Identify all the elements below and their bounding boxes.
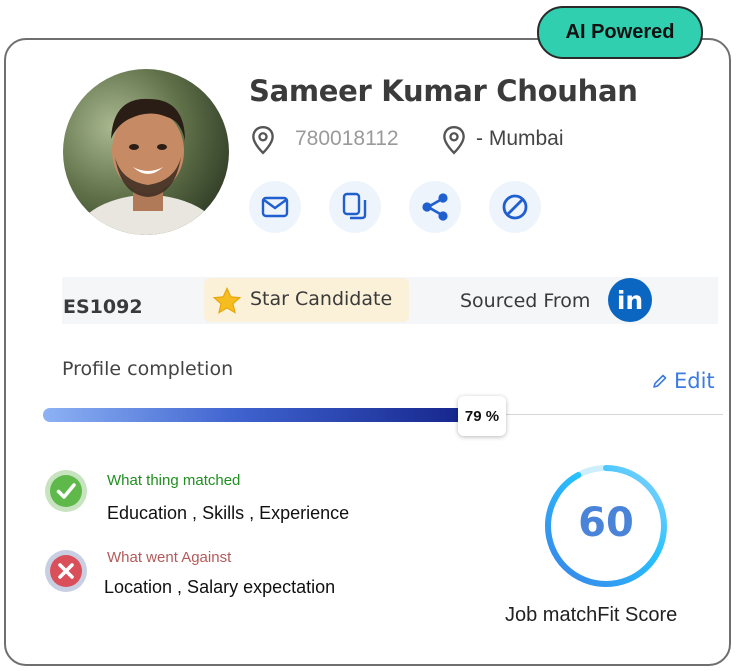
cross-icon (45, 550, 87, 592)
edit-label: Edit (674, 369, 715, 393)
block-button[interactable] (489, 181, 541, 233)
email-button[interactable] (249, 181, 301, 233)
match-score-value: 60 (578, 500, 634, 546)
mail-icon (261, 196, 289, 218)
edit-button[interactable]: Edit (652, 369, 715, 393)
candidate-card-canvas: AI Powered Sameer Kumar Chouhan 78001811… (0, 0, 738, 671)
star-candidate-label: Star Candidate (250, 288, 393, 310)
profile-progress-fill (43, 408, 472, 422)
candidate-name: Sameer Kumar Chouhan (249, 74, 638, 108)
sourced-from-label: Sourced From (460, 290, 591, 312)
pencil-icon (653, 374, 667, 388)
avatar-image (63, 69, 229, 235)
copy-button[interactable] (329, 181, 381, 233)
candidate-phone: 780018112 (295, 127, 399, 150)
against-title: What went Against (107, 549, 232, 566)
share-icon (422, 193, 448, 221)
matched-items: Education , Skills , Experience (107, 503, 350, 523)
matched-title: What thing matched (107, 472, 241, 489)
location-pin-icon (443, 125, 465, 155)
check-icon (45, 470, 87, 512)
profile-progress-value: 79 % (458, 396, 506, 436)
copy-icon (342, 192, 367, 220)
share-button[interactable] (409, 181, 461, 233)
against-items: Location , Salary expectation (104, 577, 336, 597)
avatar (63, 69, 229, 235)
linkedin-icon[interactable]: in (608, 278, 652, 322)
candidate-id: ES1092 (63, 296, 143, 318)
star-icon (212, 287, 242, 314)
block-icon (502, 194, 528, 220)
match-score-label: Job matchFit Score (505, 604, 678, 626)
ai-powered-badge: AI Powered (537, 6, 703, 59)
candidate-location: - Mumbai (476, 127, 564, 150)
location-pin-icon (252, 125, 274, 155)
profile-completion-label: Profile completion (62, 358, 234, 380)
